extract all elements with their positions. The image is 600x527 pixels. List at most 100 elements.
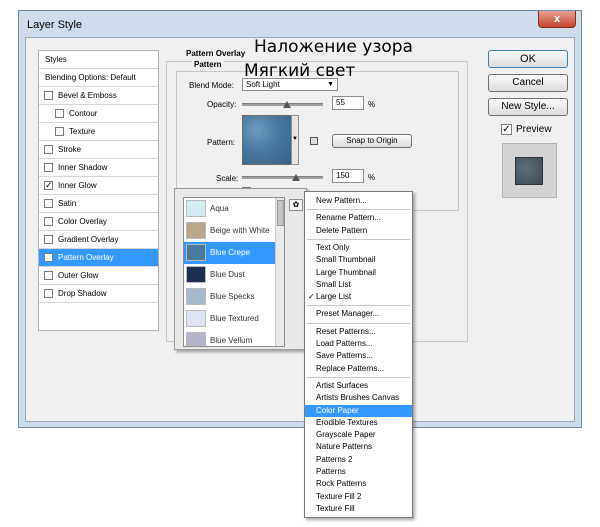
new-style-button[interactable]: New Style... xyxy=(488,98,568,116)
close-button[interactable]: x xyxy=(538,11,576,28)
pattern-item-blue-vellum[interactable]: Blue Vellum xyxy=(184,330,276,346)
menu-item-large-thumbnail[interactable]: Large Thumbnail xyxy=(305,267,412,279)
style-checkbox[interactable] xyxy=(44,217,53,226)
menu-item-erodible-textures[interactable]: Erodible Textures xyxy=(305,417,412,429)
style-checkbox[interactable] xyxy=(44,289,53,298)
menu-item-preset-manager[interactable]: Preset Manager... xyxy=(305,308,412,320)
pattern-swatch xyxy=(186,332,206,346)
menu-item-rename-pattern[interactable]: Rename Pattern... xyxy=(305,212,412,224)
menu-item-texture-fill-2[interactable]: Texture Fill 2 xyxy=(305,491,412,503)
style-checkbox[interactable] xyxy=(44,199,53,208)
style-item-stroke[interactable]: Stroke xyxy=(39,141,158,159)
style-checkbox[interactable]: ✓ xyxy=(44,253,53,262)
menu-item-label: Artists Brushes Canvas xyxy=(316,393,400,403)
style-checkbox[interactable] xyxy=(55,109,64,118)
menu-item-label: Load Patterns... xyxy=(316,339,373,348)
menu-item-label: Small List xyxy=(316,279,351,289)
menu-item-patterns[interactable]: Patterns xyxy=(305,466,412,478)
pattern-item-aqua[interactable]: Aqua xyxy=(184,198,276,220)
style-item-color-overlay[interactable]: Color Overlay xyxy=(39,213,158,231)
menu-item-delete-pattern[interactable]: Delete Pattern xyxy=(305,225,412,237)
menu-separator xyxy=(307,305,410,307)
opacity-input[interactable]: 55 xyxy=(332,96,364,110)
menu-item-load-patterns[interactable]: Load Patterns... xyxy=(305,338,412,350)
style-item-contour[interactable]: Contour xyxy=(39,105,158,123)
pattern-item-beige-with-white[interactable]: Beige with White xyxy=(184,220,276,242)
menu-item-texture-fill[interactable]: Texture Fill xyxy=(305,503,412,515)
style-item-inner-glow[interactable]: ✓ Inner Glow xyxy=(39,177,158,195)
menu-item-label: Save Patterns... xyxy=(316,351,373,361)
menu-item-replace-patterns[interactable]: Replace Patterns... xyxy=(305,363,412,375)
menu-item-color-paper[interactable]: Color Paper xyxy=(305,404,412,417)
blending-options[interactable]: Blending Options: Default xyxy=(39,69,158,87)
style-item-gradient-overlay[interactable]: Gradient Overlay xyxy=(39,231,158,249)
scale-slider-track[interactable] xyxy=(242,176,323,179)
menu-item-nature-patterns[interactable]: Nature Patterns xyxy=(305,441,412,453)
style-checkbox[interactable] xyxy=(44,271,53,280)
style-checkbox[interactable] xyxy=(44,145,53,154)
menu-item-label: Preset Manager... xyxy=(316,309,380,319)
pattern-item-label: Blue Textured xyxy=(210,314,259,323)
pattern-list-scrollbar[interactable] xyxy=(275,198,284,346)
menu-item-new-pattern[interactable]: New Pattern... xyxy=(305,195,412,207)
pattern-item-blue-textured[interactable]: Blue Textured xyxy=(184,308,276,330)
pattern-item-blue-dust[interactable]: Blue Dust xyxy=(184,264,276,286)
style-checkbox[interactable] xyxy=(44,235,53,244)
style-checkbox[interactable] xyxy=(44,163,53,172)
menu-item-label: Large List xyxy=(316,292,352,302)
pattern-dropdown-toggle[interactable]: ▼ xyxy=(291,115,299,165)
style-item-label: Texture xyxy=(69,127,96,136)
check-icon: ✓ xyxy=(502,124,511,135)
style-item-outer-glow[interactable]: Outer Glow xyxy=(39,267,158,285)
pattern-swatch xyxy=(186,200,206,217)
menu-item-patterns-2[interactable]: Patterns 2 xyxy=(305,454,412,466)
pattern-item-label: Blue Crepe xyxy=(210,248,251,257)
style-item-bevel-emboss[interactable]: Bevel & Emboss xyxy=(39,87,158,105)
check-icon: ✓ xyxy=(308,292,315,302)
style-item-inner-shadow[interactable]: Inner Shadow xyxy=(39,159,158,177)
cancel-button[interactable]: Cancel xyxy=(488,74,568,92)
style-item-drop-shadow[interactable]: Drop Shadow xyxy=(39,285,158,303)
pattern-item-blue-specks[interactable]: Blue Specks xyxy=(184,286,276,308)
menu-item-grayscale-paper[interactable]: Grayscale Paper xyxy=(305,429,412,441)
menu-item-artist-surfaces[interactable]: Artist Surfaces xyxy=(305,380,412,392)
pattern-list: Aqua Beige with White Blue Crepe Blue Dust B… xyxy=(183,197,285,347)
menu-item-label: Rock Patterns xyxy=(316,479,367,489)
ok-button[interactable]: OK xyxy=(488,50,568,68)
pattern-item-blue-crepe[interactable]: Blue Crepe xyxy=(184,242,276,264)
menu-item-save-patterns[interactable]: Save Patterns... xyxy=(305,350,412,362)
scale-slider-thumb[interactable] xyxy=(292,174,300,181)
style-item-label: Drop Shadow xyxy=(58,289,107,298)
new-preset-icon[interactable] xyxy=(310,137,318,145)
menu-item-reset-patterns[interactable]: Reset Patterns... xyxy=(305,326,412,338)
styles-header[interactable]: Styles xyxy=(39,51,158,69)
preview-box xyxy=(502,143,557,198)
style-item-satin[interactable]: Satin xyxy=(39,195,158,213)
group-title: Pattern xyxy=(192,60,224,69)
scale-input[interactable]: 150 xyxy=(332,169,364,183)
gear-icon[interactable]: ✿ xyxy=(289,199,303,211)
preview-thumbnail xyxy=(515,157,543,185)
scrollbar-thumb[interactable] xyxy=(277,200,284,226)
style-checkbox[interactable]: ✓ xyxy=(44,181,53,190)
pattern-preview-swatch[interactable] xyxy=(242,115,292,165)
menu-item-small-thumbnail[interactable]: Small Thumbnail xyxy=(305,254,412,266)
style-item-pattern-overlay[interactable]: ✓ Pattern Overlay xyxy=(39,249,158,267)
snap-to-origin-button[interactable]: Snap to Origin xyxy=(332,134,412,148)
dialog-title: Layer Style xyxy=(27,19,83,31)
menu-item-small-list[interactable]: Small List xyxy=(305,279,412,291)
menu-item-large-list[interactable]: ✓ Large List xyxy=(305,291,412,303)
preview-checkbox[interactable]: ✓ xyxy=(501,124,512,135)
menu-item-label: Texture Fill 2 xyxy=(316,491,362,501)
menu-item-text-only[interactable]: Text Only xyxy=(305,242,412,254)
opacity-percent: % xyxy=(368,100,376,109)
style-checkbox[interactable] xyxy=(55,127,64,136)
style-checkbox[interactable] xyxy=(44,91,53,100)
style-item-texture[interactable]: Texture xyxy=(39,123,158,141)
style-item-label: Gradient Overlay xyxy=(58,235,119,244)
pattern-item-label: Blue Dust xyxy=(210,270,245,279)
menu-item-artists-brushes-canvas[interactable]: Artists Brushes Canvas xyxy=(305,392,412,404)
blend-mode-label: Blend Mode: xyxy=(189,81,234,90)
opacity-slider-thumb[interactable] xyxy=(282,101,291,108)
menu-item-rock-patterns[interactable]: Rock Patterns xyxy=(305,478,412,490)
